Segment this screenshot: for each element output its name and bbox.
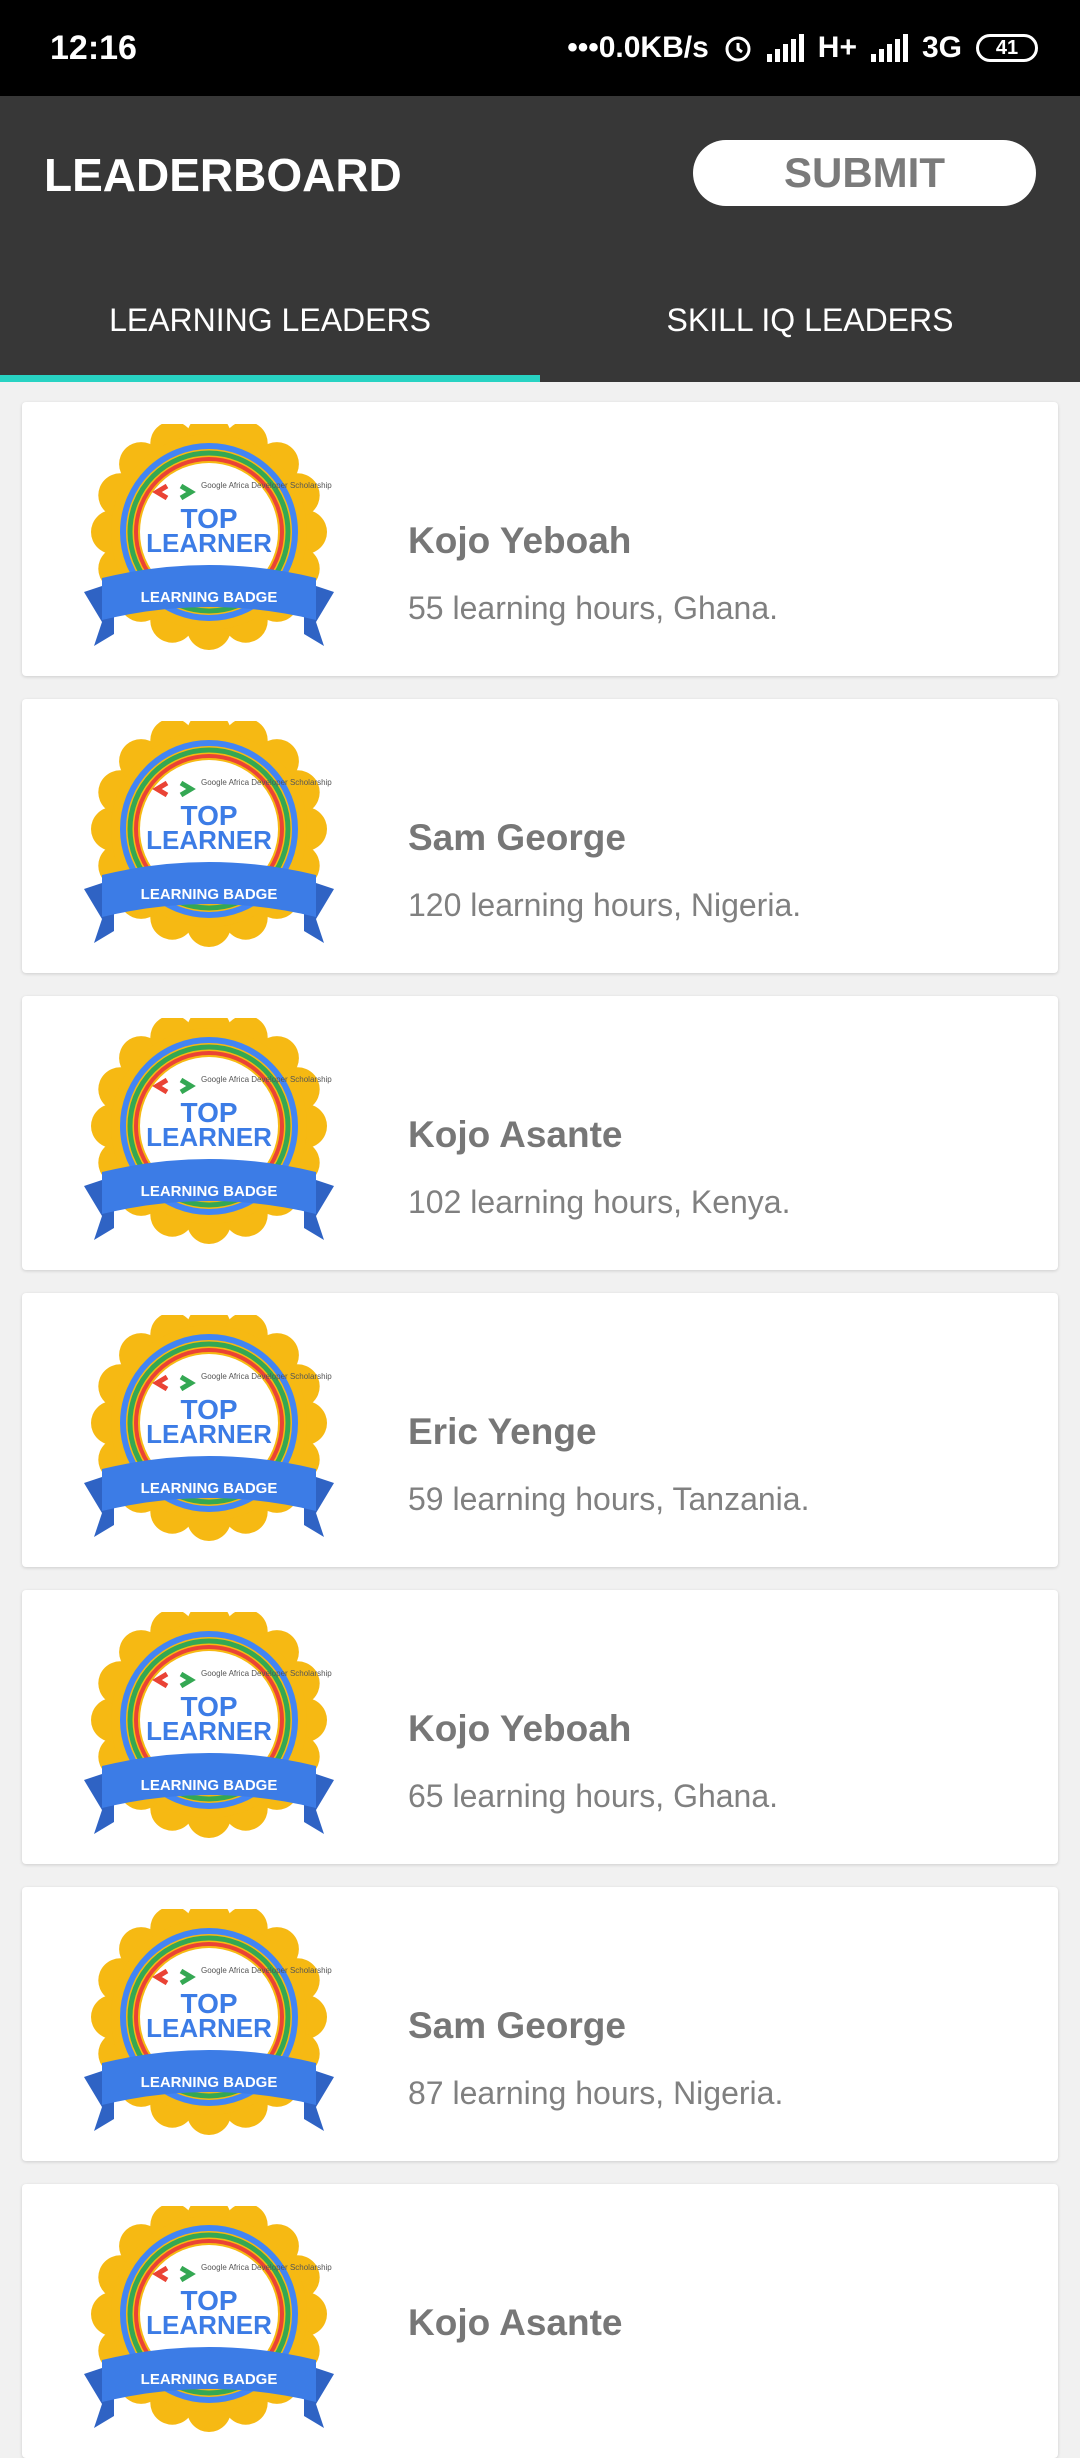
battery-icon: 41: [976, 34, 1038, 62]
svg-text:LEARNING BADGE: LEARNING BADGE: [141, 1183, 278, 1200]
leader-detail: 120 learning hours, Nigeria.: [408, 887, 802, 923]
top-learner-badge-icon: Google Africa Developer Scholarship TOP …: [84, 1315, 334, 1541]
signal-icon: [870, 34, 908, 62]
leader-card[interactable]: Google Africa Developer Scholarship TOP …: [22, 1293, 1058, 1567]
leader-card[interactable]: Google Africa Developer Scholarship TOP …: [22, 699, 1058, 973]
status-bar: 12:16 •••0.0KB/s H+ 3G 41: [0, 0, 1080, 96]
svg-text:LEARNER: LEARNER: [146, 1122, 272, 1152]
svg-text:LEARNING BADGE: LEARNING BADGE: [141, 1777, 278, 1794]
top-learner-badge-icon: Google Africa Developer Scholarship TOP …: [84, 721, 334, 947]
battery-level: 41: [995, 36, 1019, 59]
leader-name: Kojo Asante: [408, 2302, 623, 2343]
tab-label: SKILL IQ LEADERS: [666, 302, 954, 338]
network-type-2: 3G: [921, 31, 962, 64]
leader-card[interactable]: Google Africa Developer Scholarship TOP …: [22, 2184, 1058, 2458]
alarm-icon: [725, 36, 751, 62]
svg-text:LEARNER: LEARNER: [146, 528, 272, 558]
signal-icon: [766, 34, 804, 62]
tab-skill-iq-leaders[interactable]: SKILL IQ LEADERS: [540, 280, 1080, 360]
tab-learning-leaders[interactable]: LEARNING LEADERS: [0, 280, 540, 360]
leader-card[interactable]: Google Africa Developer Scholarship TOP …: [22, 1887, 1058, 2161]
leader-detail: 55 learning hours, Ghana.: [408, 590, 779, 626]
page-title: LEADERBOARD: [44, 149, 402, 201]
top-learner-badge-icon: Google Africa Developer Scholarship TOP …: [84, 424, 334, 650]
svg-text:Google Africa Developer Schola: Google Africa Developer Scholarship: [201, 1966, 332, 1975]
svg-text:Google Africa Developer Schola: Google Africa Developer Scholarship: [201, 2263, 332, 2272]
tab-indicator: [0, 375, 540, 382]
top-learner-badge-icon: Google Africa Developer Scholarship TOP …: [84, 1612, 334, 1838]
svg-text:LEARNING BADGE: LEARNING BADGE: [141, 2371, 278, 2388]
svg-text:Google Africa Developer Schola: Google Africa Developer Scholarship: [201, 778, 332, 787]
status-time: 12:16: [50, 28, 137, 67]
top-learner-badge-icon: Google Africa Developer Scholarship TOP …: [84, 2206, 334, 2432]
leader-name: Kojo Yeboah: [408, 520, 632, 561]
svg-text:LEARNER: LEARNER: [146, 1419, 272, 1449]
svg-text:LEARNER: LEARNER: [146, 825, 272, 855]
network-type-1: H+: [817, 31, 857, 64]
svg-text:Google Africa Developer Schola: Google Africa Developer Scholarship: [201, 1075, 332, 1084]
leader-detail: 65 learning hours, Ghana.: [408, 1778, 779, 1814]
leader-card[interactable]: Google Africa Developer Scholarship TOP …: [22, 996, 1058, 1270]
svg-text:Google Africa Developer Schola: Google Africa Developer Scholarship: [201, 1669, 332, 1678]
leader-detail: 59 learning hours, Tanzania.: [408, 1481, 810, 1517]
leader-name: Sam George: [408, 817, 626, 858]
svg-text:LEARNING BADGE: LEARNING BADGE: [141, 589, 278, 606]
leader-detail: 87 learning hours, Nigeria.: [408, 2075, 784, 2111]
tab-label: LEARNING LEADERS: [109, 302, 431, 338]
submit-button[interactable]: SUBMIT: [693, 140, 1036, 206]
svg-text:LEARNER: LEARNER: [146, 1716, 272, 1746]
leader-name: Kojo Yeboah: [408, 1708, 632, 1749]
svg-text:Google Africa Developer Schola: Google Africa Developer Scholarship: [201, 1372, 332, 1381]
status-indicators: •••0.0KB/s H+ 3G 41: [567, 31, 1038, 65]
svg-text:LEARNER: LEARNER: [146, 2310, 272, 2340]
leader-name: Sam George: [408, 2005, 626, 2046]
network-speed: •••0.0KB/s: [567, 31, 709, 64]
svg-text:LEARNING BADGE: LEARNING BADGE: [141, 886, 278, 903]
leader-name: Eric Yenge: [408, 1411, 597, 1452]
leader-name: Kojo Asante: [408, 1114, 623, 1155]
top-learner-badge-icon: Google Africa Developer Scholarship TOP …: [84, 1909, 334, 2135]
svg-text:LEARNER: LEARNER: [146, 2013, 272, 2043]
leader-card[interactable]: Google Africa Developer Scholarship TOP …: [22, 1590, 1058, 1864]
top-learner-badge-icon: Google Africa Developer Scholarship TOP …: [84, 1018, 334, 1244]
svg-text:LEARNING BADGE: LEARNING BADGE: [141, 2074, 278, 2091]
leader-card[interactable]: Google Africa Developer Scholarship TOP …: [22, 402, 1058, 676]
svg-text:LEARNING BADGE: LEARNING BADGE: [141, 1480, 278, 1497]
leader-detail: 102 learning hours, Kenya.: [408, 1184, 791, 1220]
svg-text:Google Africa Developer Schola: Google Africa Developer Scholarship: [201, 481, 332, 490]
